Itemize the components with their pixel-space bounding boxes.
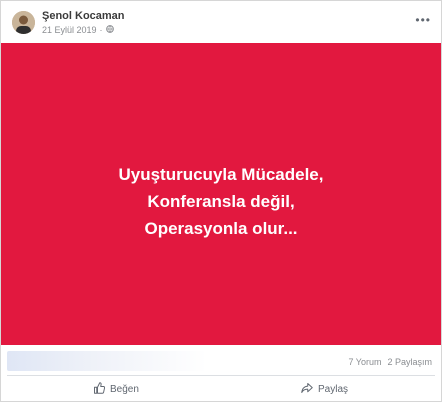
facebook-post: Şenol Kocaman 21 Eylül 2019 · ••• Uyuştu…: [0, 0, 442, 402]
like-icon: [93, 381, 106, 397]
share-icon: [301, 382, 313, 397]
shares-count[interactable]: 2 Paylaşım: [387, 357, 432, 367]
post-date[interactable]: 21 Eylül 2019: [42, 25, 97, 35]
share-button[interactable]: Paylaş: [301, 379, 348, 399]
like-button[interactable]: Beğen: [93, 379, 139, 399]
like-label: Beğen: [110, 383, 139, 395]
post-header: Şenol Kocaman 21 Eylül 2019 · •••: [1, 1, 441, 43]
image-text: Uyuşturucuyla Mücadele, Konferansla deği…: [1, 161, 441, 242]
more-icon[interactable]: •••: [415, 13, 431, 27]
comments-count[interactable]: 7 Yorum: [348, 357, 381, 367]
globe-icon: [105, 25, 114, 35]
engagement-counts: 7 Yorum 2 Paylaşım: [348, 357, 432, 367]
meta-separator: ·: [99, 25, 103, 35]
post-meta: 21 Eylül 2019 ·: [42, 25, 114, 35]
share-label: Paylaş: [318, 383, 349, 395]
post-image[interactable]: Uyuşturucuyla Mücadele, Konferansla deği…: [1, 43, 441, 345]
avatar[interactable]: [12, 11, 35, 34]
image-text-line: Operasyonla olur...: [144, 219, 298, 238]
image-text-line: Uyuşturucuyla Mücadele,: [118, 165, 324, 184]
reactions-summary[interactable]: [7, 351, 207, 371]
image-text-line: Konferansla değil,: [147, 192, 295, 211]
divider: [7, 375, 435, 376]
author-name[interactable]: Şenol Kocaman: [42, 10, 125, 22]
